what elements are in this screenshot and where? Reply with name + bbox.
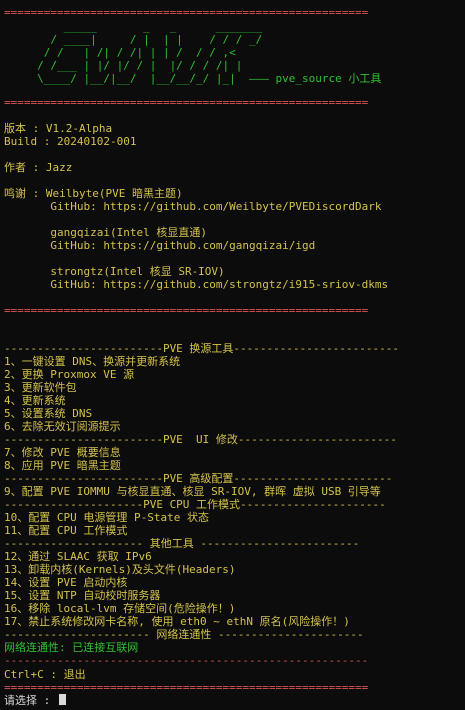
menu-item-11: 11、配置 CPU 工作模式 <box>4 524 128 537</box>
ascii-logo-line-5: \____/ |__/|__/ |__/__/_/ |_| ——— pve_so… <box>4 72 382 85</box>
menu-item-5: 5、设置系统 DNS <box>4 407 93 420</box>
credit-text-2: gangqizai(Intel 核显直通) <box>4 226 207 239</box>
prompt-label: 请选择 : <box>4 694 57 707</box>
section-header-other: --------------------- 其他工具 -------------… <box>4 537 360 550</box>
section-header-advanced: ------------------------PVE 高级配置--------… <box>4 472 393 485</box>
github-link-2: GitHub: https://github.com/gangqizai/igd <box>4 239 316 252</box>
menu-item-16: 16、移除 local-lvm 存储空间(危险操作！) <box>4 602 236 615</box>
author-text: 作者 : Jazz <box>4 161 73 174</box>
section-header-network: ---------------------- 网络连通性 -----------… <box>4 628 364 641</box>
section-header-source: ------------------------PVE 换源工具--------… <box>4 342 399 355</box>
ascii-logo-line-2: / ____| / | | | / / / _/ <box>4 33 263 46</box>
separator-top: ========================================… <box>4 6 369 19</box>
network-status-text: 网络连通性: 已连接互联网 <box>4 641 139 654</box>
ascii-logo-line-1: _____ _ _ _______ <box>4 20 263 33</box>
menu-item-15: 15、设置 NTP 自动校时服务器 <box>4 589 161 602</box>
menu-item-4: 4、更新系统 <box>4 394 66 407</box>
input-prompt-line[interactable]: 请选择 : <box>4 694 66 707</box>
github-link-1: GitHub: https://github.com/Weilbyte/PVED… <box>4 200 382 213</box>
version-text: 版本 : V1.2-Alpha <box>4 122 113 135</box>
menu-item-14: 14、设置 PVE 启动内核 <box>4 576 128 589</box>
thanks-text: 鸣谢 : Weilbyte(PVE 暗黑主题) <box>4 187 183 200</box>
separator-dashes: ----------------------------------------… <box>4 654 369 667</box>
credit-text-3: strongtz(Intel 核显 SR-IOV) <box>4 265 225 278</box>
section-header-cpu: ---------------------PVE CPU 工作模式-------… <box>4 498 386 511</box>
section-header-ui: ------------------------PVE UI 修改-------… <box>4 433 397 446</box>
menu-item-2: 2、更换 Proxmox VE 源 <box>4 368 135 381</box>
menu-item-9: 9、配置 PVE IOMMU 与核显直通、核显 SR-IOV, 群晖 虚拟 US… <box>4 485 381 498</box>
separator-info: ========================================… <box>4 304 369 317</box>
exit-hint-text: Ctrl+C : 退出 <box>4 668 86 681</box>
menu-item-7: 7、修改 PVE 概要信息 <box>4 446 121 459</box>
terminal-window: ========================================… <box>0 0 465 710</box>
menu-item-1: 1、一键设置 DNS、换源并更新系统 <box>4 355 181 368</box>
menu-item-12: 12、通过 SLAAC 获取 IPv6 <box>4 550 152 563</box>
menu-item-17: 17、禁止系统修改网卡名称, 使用 eth0 ~ ethN 原名(风险操作！) <box>4 615 350 628</box>
menu-item-10: 10、配置 CPU 电源管理 P-State 状态 <box>4 511 209 524</box>
menu-item-3: 3、更新软件包 <box>4 381 77 394</box>
separator-logo: ========================================… <box>4 96 369 109</box>
separator-bottom: ========================================… <box>4 681 369 694</box>
github-link-3: GitHub: https://github.com/strongtz/i915… <box>4 278 389 291</box>
text-cursor[interactable] <box>58 694 66 705</box>
build-text: Build : 20240102-001 <box>4 135 137 148</box>
menu-item-6: 6、去除无效订阅源提示 <box>4 420 121 433</box>
menu-item-13: 13、卸载内核(Kernels)及头文件(Headers) <box>4 563 236 576</box>
ascii-logo-line-3: / / | /| / /| | | / / / ,< <box>4 46 236 59</box>
ascii-logo-line-4: / /___ | |/ |/ / | |/ / / /| | <box>4 59 243 72</box>
menu-item-8: 8、应用 PVE 暗黑主题 <box>4 459 121 472</box>
